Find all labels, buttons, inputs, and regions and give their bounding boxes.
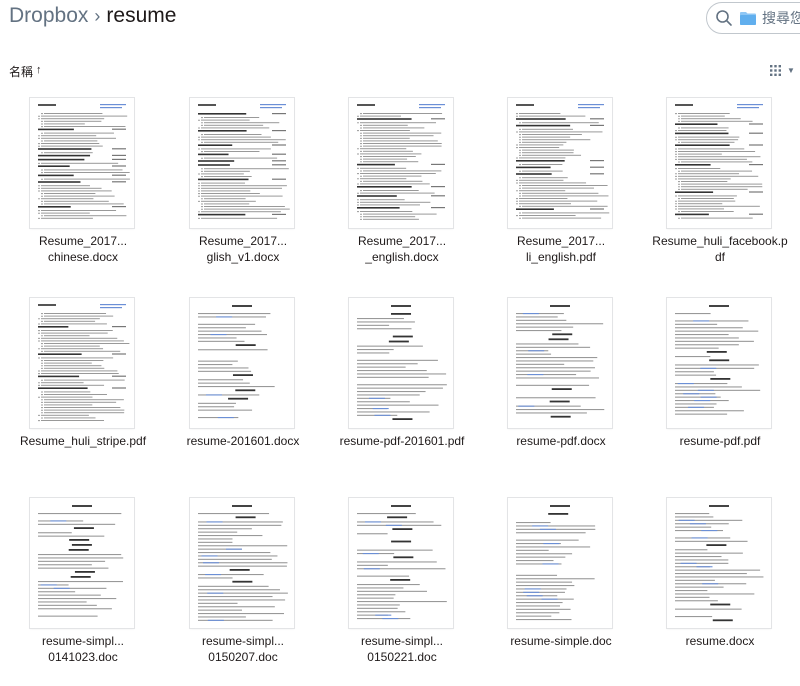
file-tile[interactable]: resume-pdf.docx [481,283,641,478]
file-name[interactable]: resume-simpl... 0150221.doc [322,633,482,665]
page-title: resume [106,4,177,27]
chevron-down-icon: ▼ [787,66,795,75]
file-name[interactable]: resume-pdf.pdf [640,433,800,449]
document-lines [38,104,130,219]
file-name[interactable]: resume-simpl... 0150207.doc [163,633,323,665]
file-name[interactable]: resume-201601.docx [163,433,323,449]
document-thumbnail [667,298,771,428]
file-tile[interactable]: resume-simpl... 0141023.doc [3,483,163,678]
file-name[interactable]: Resume_2017... li_english.pdf [481,233,641,265]
file-preview-icon [516,104,610,219]
document-lines [675,305,761,415]
document-thumbnail [508,498,612,628]
file-preview-icon [38,304,130,422]
file-tile[interactable]: Resume_2017... glish_v1.docx [163,83,323,278]
document-thumbnail [349,98,453,228]
file-tile[interactable]: Resume_2017... _english.docx [322,83,482,278]
sort-bar: 名稱 ↑ ▼ [0,58,800,82]
file-preview-icon [198,505,288,621]
file-tile[interactable]: Resume_huli_facebook.p df [640,83,800,278]
file-tile[interactable]: Resume_2017... li_english.pdf [481,83,641,278]
file-preview-icon [516,305,605,418]
search-box[interactable]: 搜尋您 [706,2,800,34]
file-preview-icon [357,505,447,620]
file-name[interactable]: Resume_2017... _english.docx [322,233,482,265]
document-thumbnail [190,98,294,228]
file-tile[interactable]: resume-201601.docx [163,283,323,478]
chevron-right-icon: › [94,5,101,26]
sort-by-name-button[interactable]: 名稱 [9,63,33,80]
document-lines [516,505,596,621]
file-tile[interactable]: resume-pdf.pdf [640,283,800,478]
document-thumbnail [508,98,612,228]
file-tile[interactable]: Resume_huli_stripe.pdf [3,283,163,478]
file-tile[interactable]: resume-simple.doc [481,483,641,678]
file-preview-icon [675,305,761,415]
document-lines [357,104,445,220]
search-input[interactable]: 搜尋您 [762,8,800,28]
view-toggle-button[interactable]: ▼ [770,65,795,76]
file-name[interactable]: Resume_huli_facebook.p df [640,233,800,265]
document-thumbnail [349,298,453,428]
document-lines [38,505,124,617]
document-thumbnail [190,298,294,428]
file-tile[interactable]: Resume_2017... chinese.docx [3,83,163,278]
file-preview-icon [198,305,275,419]
document-lines [198,505,288,621]
top-bar: Dropbox › resume 搜尋您 [0,0,800,40]
document-lines [357,505,447,620]
file-name[interactable]: Resume_2017... chinese.docx [3,233,163,265]
file-preview-icon [198,104,290,219]
document-lines [38,304,130,422]
arrow-up-icon[interactable]: ↑ [36,64,42,76]
breadcrumb: Dropbox › resume [9,4,176,28]
file-name[interactable]: resume-simple.doc [481,633,641,649]
file-name[interactable]: resume-simpl... 0141023.doc [3,633,163,665]
file-preview-icon [38,505,124,617]
file-preview-icon [357,104,445,220]
document-lines [198,104,290,219]
file-preview-icon [675,104,763,219]
file-preview-icon [675,505,764,622]
document-thumbnail [667,98,771,228]
file-preview-icon [516,505,596,621]
document-lines [516,305,605,418]
file-tile[interactable]: resume.docx [640,483,800,678]
document-thumbnail [508,298,612,428]
document-lines [357,305,447,420]
file-preview-icon [38,104,130,219]
file-preview-icon [357,305,447,420]
file-name[interactable]: resume-pdf-201601.pdf [322,433,482,449]
document-thumbnail [667,498,771,628]
file-tile[interactable]: resume-pdf-201601.pdf [322,283,482,478]
file-name[interactable]: resume.docx [640,633,800,649]
file-name[interactable]: Resume_2017... glish_v1.docx [163,233,323,265]
document-lines [675,104,763,219]
file-tile[interactable]: resume-simpl... 0150221.doc [322,483,482,678]
file-name[interactable]: resume-pdf.docx [481,433,641,449]
file-name[interactable]: Resume_huli_stripe.pdf [3,433,163,449]
document-thumbnail [190,498,294,628]
file-tile[interactable]: resume-simpl... 0150207.doc [163,483,323,678]
document-thumbnail [30,298,134,428]
document-lines [516,104,610,219]
document-thumbnail [349,498,453,628]
search-icon [716,10,732,26]
grid-view-icon [770,65,781,76]
folder-icon [740,12,756,25]
breadcrumb-dropbox-link[interactable]: Dropbox [9,4,88,28]
document-thumbnail [30,98,134,228]
document-lines [675,505,764,622]
document-thumbnail [30,498,134,628]
document-lines [198,305,275,419]
